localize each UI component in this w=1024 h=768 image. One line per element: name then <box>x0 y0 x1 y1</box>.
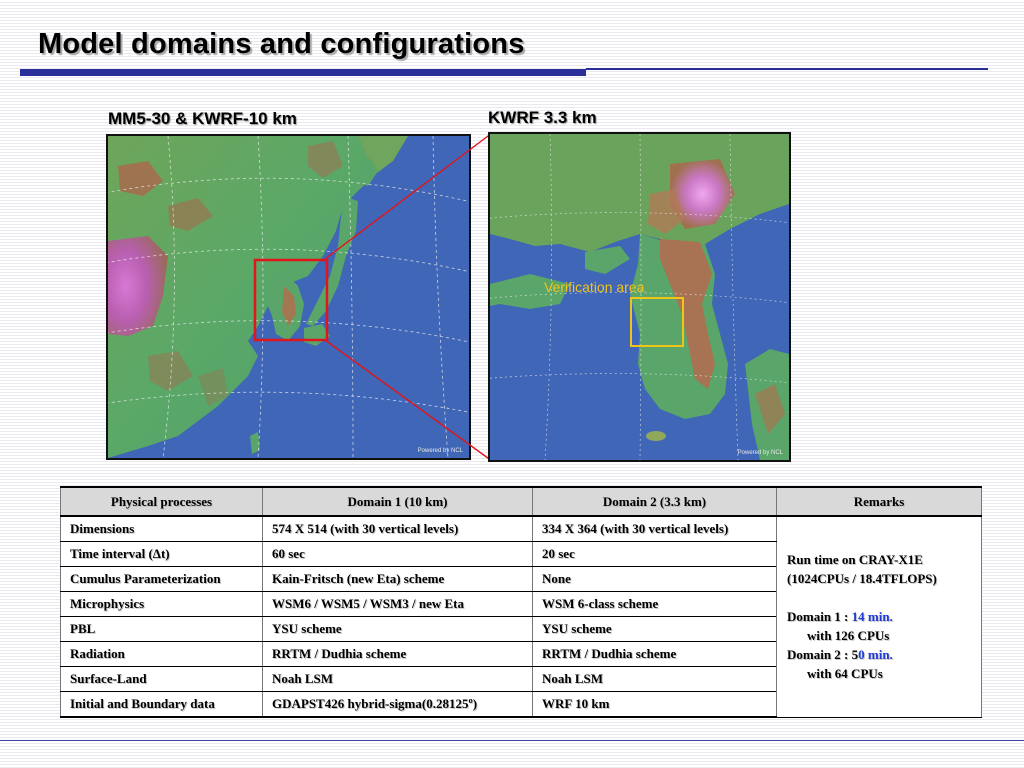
row-label: Radiation <box>60 641 263 667</box>
domain1-value: 574 X 514 (with 30 vertical levels) <box>262 516 533 542</box>
verification-area-label: Verification area <box>544 279 645 295</box>
domain2-value: RRTM / Dudhia scheme <box>532 641 777 667</box>
domain1-value: WSM6 / WSM5 / WSM3 / new Eta <box>262 591 533 617</box>
row-label: PBL <box>60 616 263 642</box>
remarks-cell: Run time on CRAY-X1E (1024CPUs / 18.4TFL… <box>776 516 982 718</box>
domain1-value: YSU scheme <box>262 616 533 642</box>
domain1-value: GDAPST426 hybrid-sigma(0.28125º) <box>262 691 533 718</box>
remarks-domain1-cpus: with 126 CPUs <box>807 628 890 644</box>
remarks-domain2-cpus: with 64 CPUs <box>807 666 883 682</box>
domain2-value: 334 X 364 (with 30 vertical levels) <box>532 516 777 542</box>
domain1-value: RRTM / Dudhia scheme <box>262 641 533 667</box>
title-underline <box>20 69 586 76</box>
remarks-runtime-line: Run time on CRAY-X1E <box>787 552 923 568</box>
domain2-value: Noah LSM <box>532 666 777 692</box>
left-map-label: MM5-30 & KWRF-10 km <box>108 109 297 128</box>
domain2-value: 20 sec <box>532 541 777 567</box>
table-row: Dimensions 574 X 514 (with 30 vertical l… <box>60 516 982 718</box>
row-label: Cumulus Parameterization <box>60 566 263 592</box>
domain2-value: YSU scheme <box>532 616 777 642</box>
domain1-value: Noah LSM <box>262 666 533 692</box>
header-physical-processes: Physical processes <box>60 486 263 517</box>
header-domain2: Domain 2 (3.3 km) <box>532 486 777 517</box>
remarks-domain1-minutes: 14 min. <box>851 609 893 625</box>
domain2-map: Powered by NCL <box>488 132 791 462</box>
remarks-system-line: (1024CPUs / 18.4TFLOPS) <box>787 571 937 587</box>
row-label: Dimensions <box>60 516 263 542</box>
domain2-value: WSM 6-class scheme <box>532 591 777 617</box>
right-map-label: KWRF 3.3 km <box>488 108 597 127</box>
domain2-value: None <box>532 566 777 592</box>
remarks-domain1-time: Domain 1 : 14 min. <box>787 607 981 626</box>
table-header-row: Physical processes Domain 1 (10 km) Doma… <box>60 486 982 517</box>
left-map-credit: Powered by NCL <box>417 448 463 454</box>
footer-rule <box>0 740 1024 741</box>
domain1-value: Kain-Fritsch (new Eta) scheme <box>262 566 533 592</box>
slide-title: Model domains and configurations <box>38 28 525 60</box>
domain1-map: Powered by NCL <box>106 134 471 460</box>
remarks-domain2-minutes: 0 min. <box>858 647 893 663</box>
right-map-credit: Powered by NCL <box>737 450 783 456</box>
remarks-domain2-time: Domain 2 : 50 min. <box>787 645 981 664</box>
title-rule <box>586 68 988 70</box>
row-label: Surface-Land <box>60 666 263 692</box>
remarks-domain1-prefix: Domain 1 : <box>787 609 852 625</box>
remarks-domain2-prefix: Domain 2 : 5 <box>787 647 859 663</box>
header-domain1: Domain 1 (10 km) <box>262 486 533 517</box>
header-remarks: Remarks <box>776 486 982 517</box>
domain1-value: 60 sec <box>262 541 533 567</box>
configuration-table: Physical processes Domain 1 (10 km) Doma… <box>60 486 982 718</box>
row-label: Time interval (Δt) <box>60 541 263 567</box>
domain2-value: WRF 10 km <box>532 691 777 718</box>
row-label: Initial and Boundary data <box>60 691 263 718</box>
row-label: Microphysics <box>60 591 263 617</box>
